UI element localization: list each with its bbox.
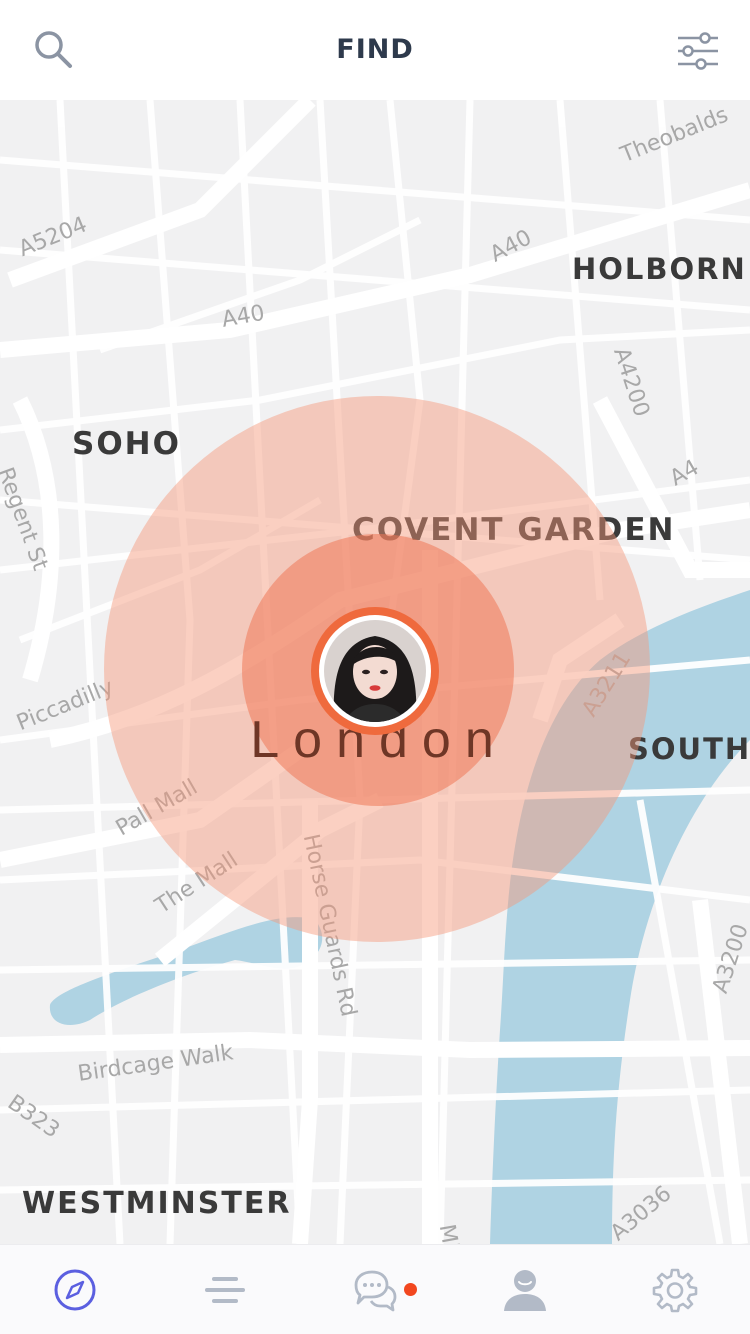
- tab-profile[interactable]: [502, 1267, 548, 1313]
- bottom-tab-bar: [0, 1244, 750, 1334]
- top-bar: FIND: [0, 0, 750, 100]
- user-location-avatar[interactable]: [311, 607, 439, 735]
- tab-settings[interactable]: [652, 1267, 698, 1313]
- page-title: FIND: [336, 34, 414, 65]
- profile-icon: [504, 1270, 546, 1311]
- label-westminster: WESTMINSTER: [22, 1186, 292, 1221]
- compass-icon: [54, 1269, 96, 1311]
- filter-button[interactable]: [674, 28, 722, 76]
- avatar-photo: [324, 620, 426, 722]
- label-holborn: HOLBORN: [572, 252, 747, 286]
- tab-discover[interactable]: [52, 1267, 98, 1313]
- label-soho: SOHO: [72, 426, 181, 462]
- map-view[interactable]: HOLBORN SOHO COVENT GARDEN SOUTH WESTMIN…: [0, 100, 750, 1244]
- gear-icon: [652, 1268, 698, 1313]
- list-icon: [205, 1277, 245, 1303]
- notification-dot: [404, 1283, 417, 1296]
- tab-list[interactable]: [202, 1267, 248, 1313]
- tab-messages[interactable]: [352, 1267, 398, 1313]
- sliders-icon: [678, 32, 718, 70]
- chat-icon: [354, 1270, 397, 1312]
